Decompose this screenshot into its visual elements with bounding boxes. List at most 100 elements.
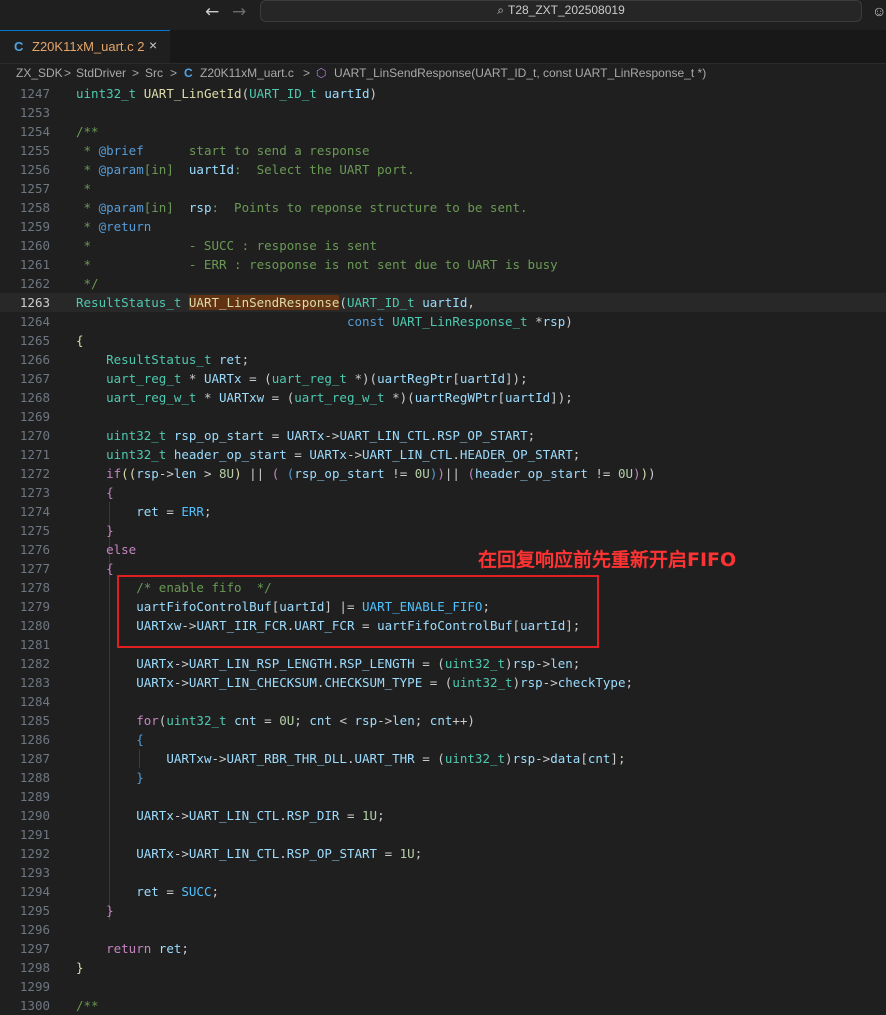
line-number: 1287 xyxy=(19,751,50,766)
line-number: 1260 xyxy=(19,238,50,253)
code-line-1271[interactable]: 1271 uint32_t header_op_start = UARTx->U… xyxy=(0,445,886,464)
line-number: 1270 xyxy=(19,428,50,443)
code-line-1254[interactable]: 1254 /** xyxy=(0,122,886,141)
breadcrumb-item-file[interactable]: Z20K11xM_uart.c xyxy=(200,66,294,80)
code-line-1261[interactable]: 1261 * - ERR : resoponse is not sent due… xyxy=(0,255,886,274)
code-line-1290[interactable]: 1290 UARTx->UART_LIN_CTL.RSP_DIR = 1U; xyxy=(0,806,886,825)
code-line-1269[interactable]: 1269 xyxy=(0,407,886,426)
line-number: 1292 xyxy=(19,846,50,861)
code-line-1285[interactable]: 1285 for(uint32_t cnt = 0U; cnt < rsp->l… xyxy=(0,711,886,730)
code-text: * - SUCC : response is sent xyxy=(76,238,378,253)
code-line-1292[interactable]: 1292 UARTx->UART_LIN_CTL.RSP_OP_START = … xyxy=(0,844,886,863)
code-line-1247[interactable]: 1247 uint32_t UART_LinGetId(UART_ID_t uar… xyxy=(0,84,886,103)
annotation-text: 在回复响应前先重新开启FIFO xyxy=(478,549,737,571)
code-text: ResultStatus_t UART_LinSendResponse(UART… xyxy=(76,295,475,310)
line-number: 1265 xyxy=(19,333,50,348)
line-number: 1300 xyxy=(19,998,50,1013)
code-line-1253[interactable]: 1253 xyxy=(0,103,886,122)
line-number: 1296 xyxy=(19,922,50,937)
line-number: 1256 xyxy=(19,162,50,177)
code-line-1256[interactable]: 1256 * @param[in] uartId: Select the UAR… xyxy=(0,160,886,179)
code-text: } xyxy=(106,903,114,918)
code-line-1264[interactable]: 1264 const UART_LinResponse_t *rsp) xyxy=(0,312,886,331)
code-line-1265[interactable]: 1265 { xyxy=(0,331,886,350)
code-line-1260[interactable]: 1260 * - SUCC : response is sent xyxy=(0,236,886,255)
code-line-1293[interactable]: 1293 xyxy=(0,863,886,882)
code-line-1286[interactable]: 1286 { xyxy=(0,730,886,749)
tab-z20k11xm-uart-c[interactable]: C Z20K11xM_uart.c 2 × xyxy=(0,30,170,63)
code-line-1272[interactable]: 1272 if((rsp->len > 8U) || ( (rsp_op_sta… xyxy=(0,464,886,483)
code-line-1270[interactable]: 1270 uint32_t rsp_op_start = UARTx->UART… xyxy=(0,426,886,445)
code-line-1257[interactable]: 1257 * xyxy=(0,179,886,198)
line-number: 1282 xyxy=(19,656,50,671)
code-line-1298[interactable]: 1298} xyxy=(0,958,886,977)
code-line-1255[interactable]: 1255 * @brief start to send a response xyxy=(0,141,886,160)
code-line-1289[interactable]: 1289 xyxy=(0,787,886,806)
line-number: 1280 xyxy=(19,618,50,633)
chevron-right-icon: > xyxy=(132,66,140,80)
code-line-1288[interactable]: 1288 } xyxy=(0,768,886,787)
line-number: 1279 xyxy=(19,599,50,614)
code-line-1263[interactable]: 1263 ResultStatus_t UART_LinSendResponse(… xyxy=(0,293,886,312)
code-line-1300[interactable]: 1300 /** xyxy=(0,996,886,1015)
code-text: } xyxy=(136,770,144,785)
close-icon[interactable]: × xyxy=(149,37,157,53)
line-number: 1294 xyxy=(19,884,50,899)
line-number: 1259 xyxy=(19,219,50,234)
code-line-1267[interactable]: 1267 uart_reg_t * UARTx = (uart_reg_t *)… xyxy=(0,369,886,388)
code-line-1262[interactable]: 1262 */ xyxy=(0,274,886,293)
breadcrumb-item-zx-sdk[interactable]: ZX_SDK xyxy=(16,66,63,80)
line-number: 1281 xyxy=(19,637,50,652)
code-line-1291[interactable]: 1291 xyxy=(0,825,886,844)
line-number: 1253 xyxy=(19,105,50,120)
code-line-1282[interactable]: 1282 UARTx->UART_LIN_RSP_LENGTH.RSP_LENG… xyxy=(0,654,886,673)
code-text: UARTx->UART_LIN_CTL.RSP_DIR = 1U; xyxy=(136,808,385,823)
code-line-1274[interactable]: 1274 ret = ERR; xyxy=(0,502,886,521)
code-line-1259[interactable]: 1259 * @return xyxy=(0,217,886,236)
code-line-1299[interactable]: 1299 xyxy=(0,977,886,996)
code-text: UARTx->UART_LIN_CTL.RSP_OP_START = 1U; xyxy=(136,846,423,861)
code-line-1273[interactable]: 1273 { xyxy=(0,483,886,502)
search-icon: ⌕ xyxy=(497,3,504,17)
code-text: * @brief start to send a response xyxy=(76,143,370,158)
code-line-1297[interactable]: 1297 return ret; xyxy=(0,939,886,958)
command-center-search[interactable]: ⌕ T28_ZXT_202508019 xyxy=(260,0,862,22)
line-number: 1264 xyxy=(19,314,50,329)
code-text: UARTx->UART_LIN_RSP_LENGTH.RSP_LENGTH = … xyxy=(136,656,581,671)
breadcrumb: ZX_SDK > StdDriver > Src > C Z20K11xM_ua… xyxy=(0,64,886,84)
breadcrumb-item-stddriver[interactable]: StdDriver xyxy=(76,66,126,80)
code-line-1275[interactable]: 1275 } xyxy=(0,521,886,540)
code-line-1296[interactable]: 1296 xyxy=(0,920,886,939)
code-line-1276[interactable]: 1276 else xyxy=(0,540,886,559)
code-line-1295[interactable]: 1295 } xyxy=(0,901,886,920)
breadcrumb-item-function[interactable]: UART_LinSendResponse(UART_ID_t, const UA… xyxy=(334,66,706,80)
copilot-icon[interactable]: ☺ xyxy=(872,3,886,19)
line-number: 1288 xyxy=(19,770,50,785)
line-number: 1298 xyxy=(19,960,50,975)
arrow-right-icon[interactable]: → xyxy=(232,2,246,22)
code-text: UARTxw->UART_RBR_THR_DLL.UART_THR = (uin… xyxy=(166,751,626,766)
code-text: * @param[in] rsp: Points to reponse stru… xyxy=(76,200,528,215)
breadcrumb-item-src[interactable]: Src xyxy=(145,66,163,80)
code-line-1268[interactable]: 1268 uart_reg_w_t * UARTxw = (uart_reg_w… xyxy=(0,388,886,407)
line-number: 1293 xyxy=(19,865,50,880)
code-editor[interactable]: 1247 uint32_t UART_LinGetId(UART_ID_t uar… xyxy=(0,84,886,1013)
code-line-1287[interactable]: 1287 UARTxw->UART_RBR_THR_DLL.UART_THR =… xyxy=(0,749,886,768)
line-number: 1262 xyxy=(19,276,50,291)
code-text: ResultStatus_t ret; xyxy=(106,352,250,367)
code-text: UARTx->UART_LIN_CHECKSUM.CHECKSUM_TYPE =… xyxy=(136,675,633,690)
arrow-left-icon[interactable]: ← xyxy=(205,2,219,22)
line-number: 1269 xyxy=(19,409,50,424)
code-line-1294[interactable]: 1294 ret = SUCC; xyxy=(0,882,886,901)
code-line-1284[interactable]: 1284 xyxy=(0,692,886,711)
line-number: 1274 xyxy=(19,504,50,519)
code-line-1283[interactable]: 1283 UARTx->UART_LIN_CHECKSUM.CHECKSUM_T… xyxy=(0,673,886,692)
line-number: 1271 xyxy=(19,447,50,462)
code-line-1266[interactable]: 1266 ResultStatus_t ret; xyxy=(0,350,886,369)
title-bar: ← → ⌕ T28_ZXT_202508019 ☺ xyxy=(0,0,886,30)
code-line-1258[interactable]: 1258 * @param[in] rsp: Points to reponse… xyxy=(0,198,886,217)
code-text: * @param[in] uartId: Select the UART por… xyxy=(76,162,415,177)
code-text: */ xyxy=(76,276,99,291)
code-text: * @return xyxy=(76,219,152,234)
line-number: 1247 xyxy=(19,86,50,101)
